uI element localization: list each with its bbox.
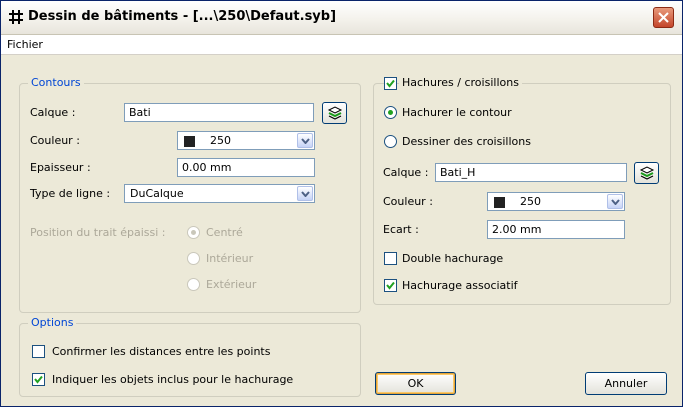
- h-couleur-value: 250: [520, 195, 541, 208]
- title-bar[interactable]: Dessin de bâtiments - [...\250\Defaut.sy…: [1, 1, 682, 35]
- chevron-down-icon: [611, 199, 620, 205]
- ok-button[interactable]: OK: [375, 372, 456, 395]
- menu-bar: Fichier: [1, 35, 682, 55]
- h-calque-input[interactable]: Bati_H: [435, 163, 627, 182]
- radio-centre[interactable]: [187, 226, 200, 239]
- h-calque-layer-button[interactable]: [634, 162, 659, 184]
- chevron-down-icon: [301, 191, 310, 197]
- hachures-legend: Hachures / croisillons: [399, 76, 522, 89]
- radio-interieur-label: Intérieur: [206, 252, 254, 265]
- couleur-label: Couleur :: [30, 134, 80, 147]
- window-title: Dessin de bâtiments - [...\250\Defaut.sy…: [28, 9, 337, 24]
- menu-fichier[interactable]: Fichier: [7, 38, 43, 51]
- radio-hachurer-label: Hachurer le contour: [402, 106, 512, 119]
- couleur-value: 250: [210, 134, 231, 147]
- hachurage-associatif-checkbox[interactable]: [384, 279, 397, 292]
- confirm-distances-label: Confirmer les distances entre les points: [52, 345, 271, 358]
- color-swatch: [184, 136, 195, 147]
- ecart-input[interactable]: 2.00 mm: [487, 220, 625, 239]
- couleur-select[interactable]: 250: [177, 131, 315, 150]
- check-icon: [386, 281, 395, 290]
- radio-exterieur[interactable]: [187, 278, 200, 291]
- type-ligne-dropdown-button[interactable]: [297, 186, 313, 201]
- color-swatch: [494, 197, 505, 208]
- hachurage-associatif-label: Hachurage associatif: [402, 279, 518, 292]
- h-couleur-select[interactable]: 250: [487, 192, 625, 211]
- couleur-dropdown-button[interactable]: [297, 133, 313, 148]
- check-icon: [386, 79, 395, 88]
- hatch-grid-icon: [9, 10, 23, 24]
- contours-legend: Contours: [28, 76, 84, 89]
- radio-hachurer-contour[interactable]: [384, 106, 397, 119]
- type-ligne-select[interactable]: DuCalque: [124, 184, 315, 203]
- indiquer-objets-checkbox[interactable]: [32, 373, 45, 386]
- radio-exterieur-label: Extérieur: [206, 278, 257, 291]
- ecart-label: Ecart :: [383, 223, 419, 236]
- dialog-window: Dessin de bâtiments - [...\250\Defaut.sy…: [0, 0, 683, 407]
- radio-centre-label: Centré: [206, 226, 243, 239]
- options-legend: Options: [28, 316, 77, 329]
- indiquer-objets-label: Indiquer les objets inclus pour le hachu…: [52, 373, 294, 386]
- epaisseur-input[interactable]: 0.00 mm: [177, 158, 315, 177]
- radio-interieur[interactable]: [187, 252, 200, 265]
- h-calque-label: Calque :: [383, 166, 429, 179]
- cancel-button[interactable]: Annuler: [585, 372, 667, 395]
- hachures-checkbox[interactable]: [384, 77, 397, 90]
- layers-icon: [639, 166, 655, 180]
- close-icon: [658, 12, 669, 23]
- calque-label: Calque :: [30, 106, 76, 119]
- hachures-group: Hachures / croisillons Hachurer le conto…: [373, 76, 671, 305]
- h-couleur-label: Couleur :: [383, 195, 433, 208]
- type-ligne-label: Type de ligne :: [30, 187, 111, 200]
- chevron-down-icon: [301, 138, 310, 144]
- check-icon: [34, 375, 43, 384]
- contours-group: Contours Calque : Bati Couleur : 250 Epa…: [19, 76, 361, 313]
- double-hachurage-label: Double hachurage: [402, 252, 504, 265]
- calque-layer-button[interactable]: [322, 102, 347, 124]
- type-ligne-value: DuCalque: [130, 187, 184, 200]
- position-label: Position du trait épaissi :: [30, 226, 166, 239]
- options-group: Options Confirmer les distances entre le…: [19, 316, 361, 397]
- layers-icon: [327, 106, 343, 120]
- radio-croisillons-label: Dessiner des croisillons: [402, 135, 531, 148]
- close-button[interactable]: [653, 7, 674, 28]
- radio-dessiner-croisillons[interactable]: [384, 135, 397, 148]
- epaisseur-label: Epaisseur :: [30, 161, 91, 174]
- confirm-distances-checkbox[interactable]: [32, 345, 45, 358]
- calque-input[interactable]: Bati: [124, 103, 314, 122]
- double-hachurage-checkbox[interactable]: [384, 252, 397, 265]
- h-couleur-dropdown-button[interactable]: [607, 194, 623, 209]
- dialog-body: Contours Calque : Bati Couleur : 250 Epa…: [1, 55, 682, 406]
